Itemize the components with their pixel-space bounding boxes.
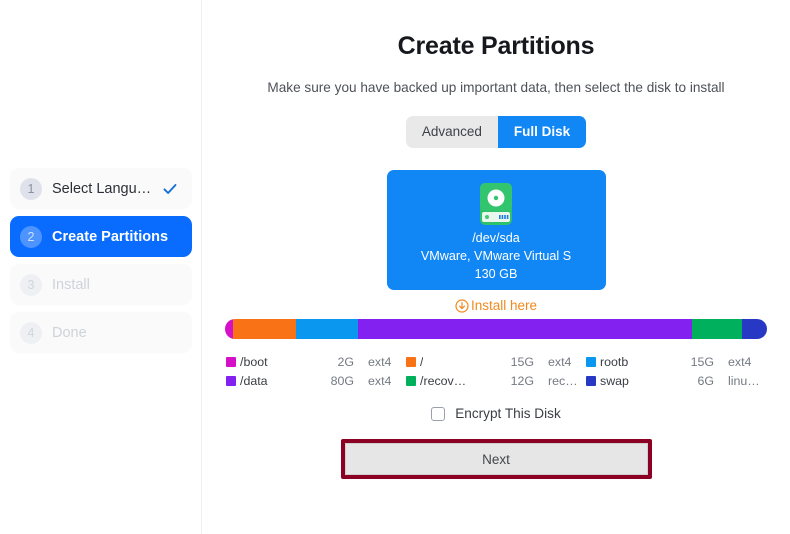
legend-color-swatch xyxy=(406,357,416,367)
partition-segment[interactable] xyxy=(233,319,296,339)
step-number-badge: 1 xyxy=(20,177,42,200)
legend-partition-name: rootb xyxy=(600,355,629,369)
legend-item: swap 6G linu… xyxy=(586,374,766,388)
encrypt-disk-row[interactable]: Encrypt This Disk xyxy=(202,406,790,421)
tab-advanced[interactable]: Advanced xyxy=(406,116,498,148)
step-label: Create Partitions xyxy=(52,228,169,245)
sidebar: 1 Select Langu… 2 Create Partitions 3 Install… xyxy=(0,0,202,534)
legend-color-swatch xyxy=(406,376,416,386)
legend-partition-size: 80G xyxy=(330,374,354,388)
legend-item: rootb 15G ext4 xyxy=(586,355,766,369)
tab-full-disk[interactable]: Full Disk xyxy=(497,116,587,148)
partition-segment[interactable] xyxy=(741,319,767,339)
legend-partition-size: 15G xyxy=(510,355,534,369)
legend-item: / 15G ext4 xyxy=(406,355,586,369)
disk-device: /dev/sda xyxy=(472,231,520,245)
legend-partition-name: / xyxy=(420,355,424,369)
step-label: Select Langu… xyxy=(52,180,152,197)
legend-partition-size: 2G xyxy=(337,355,354,369)
hard-disk-icon xyxy=(477,182,515,226)
disk-list: /dev/sda VMware, VMware Virtual S 130 GB xyxy=(202,170,790,290)
sidebar-step-4[interactable]: 4 Done xyxy=(10,312,192,353)
legend-partition-name: swap xyxy=(600,374,629,388)
disk-card-sda[interactable]: /dev/sda VMware, VMware Virtual S 130 GB xyxy=(386,170,606,290)
step-number-badge: 3 xyxy=(20,273,42,296)
legend-partition-filesystem: linu… xyxy=(728,374,760,388)
step-label: Install xyxy=(52,276,90,293)
legend-partition-name: /boot xyxy=(240,355,268,369)
partition-bar-wrap xyxy=(202,319,790,339)
disk-capacity: 130 GB xyxy=(474,267,518,281)
legend-partition-filesystem: ext4 xyxy=(548,355,572,369)
encrypt-disk-label: Encrypt This Disk xyxy=(455,406,561,421)
step-number-badge: 2 xyxy=(20,225,42,248)
encrypt-disk-checkbox[interactable] xyxy=(431,406,446,421)
sidebar-step-2[interactable]: 2 Create Partitions xyxy=(10,216,192,257)
partition-segment[interactable] xyxy=(295,319,359,339)
sidebar-step-1[interactable]: 1 Select Langu… xyxy=(10,168,192,209)
step-list: 1 Select Langu… 2 Create Partitions 3 Install… xyxy=(10,168,192,353)
disk-model: VMware, VMware Virtual S xyxy=(420,249,572,263)
legend-partition-filesystem: ext4 xyxy=(368,355,392,369)
partition-legend: /boot 2G ext4 / 15G ext4 rootb 15G ext4/data 80G e… xyxy=(202,355,790,388)
install-here-indicator: Install here xyxy=(202,298,790,313)
legend-item: /boot 2G ext4 xyxy=(226,355,406,369)
partition-segment[interactable] xyxy=(358,319,692,339)
legend-color-swatch xyxy=(226,376,236,386)
step-number-badge: 4 xyxy=(20,321,42,344)
legend-partition-size: 6G xyxy=(697,374,714,388)
next-button[interactable]: Next xyxy=(344,443,648,475)
arrow-down-circle-icon xyxy=(455,298,469,313)
install-here-label: Install here xyxy=(470,298,538,313)
legend-item: /data 80G ext4 xyxy=(226,374,406,388)
main-content: Create Partitions Make sure you have bac… xyxy=(202,0,790,534)
legend-partition-size: 15G xyxy=(690,355,714,369)
check-icon xyxy=(162,181,178,197)
page-subtitle: Make sure you have backed up important d… xyxy=(267,80,725,95)
sidebar-step-3[interactable]: 3 Install xyxy=(10,264,192,305)
legend-partition-filesystem: rec… xyxy=(548,374,578,388)
legend-partition-filesystem: ext4 xyxy=(728,355,752,369)
installer-window: 1 Select Langu… 2 Create Partitions 3 Install… xyxy=(0,0,790,534)
legend-color-swatch xyxy=(226,357,236,367)
page-title: Create Partitions xyxy=(397,32,595,60)
legend-color-swatch xyxy=(586,376,596,386)
partition-mode-toggle: Advanced Full Disk xyxy=(202,116,790,148)
legend-partition-size: 12G xyxy=(510,374,534,388)
legend-color-swatch xyxy=(586,357,596,367)
legend-item: /recov… 12G rec… xyxy=(406,374,586,388)
partition-segment[interactable] xyxy=(225,319,234,339)
partition-segment[interactable] xyxy=(691,319,742,339)
next-button-wrap: Next xyxy=(202,439,790,479)
legend-partition-name: /recov… xyxy=(420,374,467,388)
step-label: Done xyxy=(52,324,87,341)
segmented-control: Advanced Full Disk xyxy=(405,116,587,148)
next-button-highlight: Next xyxy=(340,439,652,479)
legend-partition-name: /data xyxy=(240,374,268,388)
partition-bar[interactable] xyxy=(225,319,767,339)
legend-partition-filesystem: ext4 xyxy=(368,374,392,388)
